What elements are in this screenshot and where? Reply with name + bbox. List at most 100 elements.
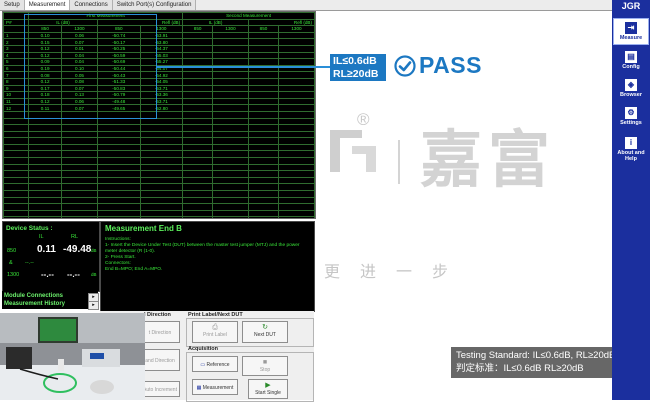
table-cell <box>3 216 30 218</box>
start-single-text: Start Single <box>255 390 281 396</box>
table-cell: -50.83 <box>96 84 141 93</box>
table-cell: -50.25 <box>96 44 141 53</box>
table-cell <box>182 58 214 66</box>
table-row[interactable]: 3 0.12 0.01 -50.25 -54.37 <box>3 44 315 53</box>
table-row[interactable]: 2 0.15 0.07 -50.17 -53.80 <box>3 38 315 46</box>
table-row[interactable] <box>3 209 315 218</box>
table-row[interactable]: 10 0.18 0.13 -50.79 -53.36 <box>3 91 315 99</box>
table-row[interactable]: 9 0.17 0.07 -50.83 -53.71 <box>3 84 315 93</box>
table-cell: 0.12 <box>28 97 63 106</box>
table-cell <box>277 104 315 112</box>
config-icon: ▤ <box>625 51 637 63</box>
table-cell: 0.12 <box>28 51 63 60</box>
table-cell <box>28 163 63 172</box>
table-cell <box>277 117 315 126</box>
table-cell <box>212 104 250 112</box>
table-row[interactable] <box>3 124 315 132</box>
table-row[interactable]: 12 0.11 0.07 -49.65 -52.80 <box>3 104 315 112</box>
table-row[interactable] <box>3 216 315 218</box>
table-row[interactable] <box>3 176 315 185</box>
table-row[interactable] <box>3 130 315 139</box>
table-cell <box>277 157 315 165</box>
table-cell: 0.01 <box>61 44 98 53</box>
sidebar-item-settings[interactable]: ⚙ Settings <box>613 104 649 131</box>
table-row[interactable] <box>3 170 315 178</box>
table-row[interactable] <box>3 190 315 198</box>
table-cell <box>182 190 214 198</box>
table-row[interactable] <box>3 137 315 145</box>
table-cell: 0.15 <box>28 38 63 46</box>
table-cell <box>248 84 279 93</box>
table-cell <box>212 196 250 205</box>
table-cell: -49.48 <box>96 97 141 106</box>
table-cell <box>3 170 30 178</box>
sidebar-item-about-help[interactable]: i About and Help <box>613 134 649 162</box>
lab-photo-inset <box>0 313 145 400</box>
watermark-separator <box>398 140 400 184</box>
tab-bar: Setup Measurement Connections Switch Por… <box>0 0 612 11</box>
start-single-button[interactable]: ▶ Start Single <box>248 379 288 399</box>
table-cell: -50.69 <box>96 58 141 66</box>
stop-text: Stop <box>259 367 271 373</box>
tab-connections[interactable]: Connections <box>70 0 113 10</box>
table-cell <box>61 137 98 145</box>
table-row[interactable]: 4 0.12 0.04 -50.59 -55.03 <box>3 51 315 60</box>
table-cell <box>212 31 250 40</box>
module-connections-link[interactable]: Module Connections <box>4 293 63 299</box>
table-cell: -55.27 <box>139 58 184 66</box>
table-row[interactable]: 8 0.12 0.08 -51.33 -54.05 <box>3 77 315 86</box>
measurement-text: Measurement <box>202 385 234 391</box>
table-cell <box>28 137 63 145</box>
table-cell <box>277 196 315 205</box>
sidebar-item-config[interactable]: ▤ Config <box>613 48 649 75</box>
table-cell <box>3 190 30 198</box>
next-dut-button[interactable]: ↻ Next DUT <box>242 321 288 343</box>
table-row[interactable] <box>3 157 315 165</box>
table-row[interactable]: 11 0.12 0.06 -49.48 -53.71 <box>3 97 315 106</box>
tab-switch-ports[interactable]: Switch Port(s) Configuration <box>112 0 197 10</box>
table-cell <box>3 203 30 211</box>
table-cell <box>28 196 63 205</box>
table-row[interactable] <box>3 117 315 126</box>
table-cell <box>139 130 184 139</box>
info-icon: i <box>625 137 637 149</box>
tab-measurement[interactable]: Measurement <box>24 0 71 10</box>
table-cell <box>28 183 63 192</box>
stop-button[interactable]: ■ Stop <box>242 356 288 376</box>
table-row[interactable] <box>3 163 315 172</box>
tab-setup[interactable]: Setup <box>0 0 25 10</box>
table-cell <box>277 176 315 185</box>
reference-text: Reference <box>206 362 230 368</box>
measurement-button[interactable]: ▦ Measurement <box>192 379 238 395</box>
direction-button-1[interactable]: t Direction <box>140 321 180 343</box>
table-cell: -50.17 <box>96 38 141 46</box>
table-row[interactable]: 1 0.10 0.06 -50.74 -53.91 <box>3 31 315 40</box>
direction-button-2[interactable]: and Direction <box>140 349 180 371</box>
table-cell <box>61 216 98 218</box>
table-row[interactable]: 5 0.09 0.04 -50.69 -55.27 <box>3 58 315 66</box>
auto-increment-button[interactable]: Auto Increment <box>140 381 180 397</box>
sidebar-item-measure[interactable]: ⇥ Measure <box>613 18 649 45</box>
table-cell <box>139 170 184 178</box>
brand-watermark-logo-icon <box>330 130 376 172</box>
table-row[interactable] <box>3 150 315 159</box>
table-row[interactable] <box>3 196 315 205</box>
table-row[interactable] <box>3 183 315 192</box>
table-row[interactable] <box>3 110 315 119</box>
table-cell <box>248 209 279 218</box>
table-cell: 0.11 <box>28 104 63 112</box>
highlight-connector <box>157 66 332 68</box>
sidebar-item-browser[interactable]: ◈ Browser <box>613 76 649 103</box>
measurement-history-arrow-icon[interactable]: ▸ <box>88 301 99 310</box>
table-row[interactable]: 7 0.08 0.05 -50.43 -54.92 <box>3 71 315 79</box>
table-row[interactable] <box>3 203 315 211</box>
table-cell <box>61 124 98 132</box>
table-row[interactable] <box>3 143 315 152</box>
table-cell <box>139 203 184 211</box>
reference-button[interactable]: ▭ Reference <box>192 356 238 372</box>
table-cell <box>248 44 279 53</box>
printer-icon: ⎙ <box>212 324 218 331</box>
table-cell <box>277 183 315 192</box>
print-label-button[interactable]: ⎙ Print Label <box>192 321 238 343</box>
measurement-history-link[interactable]: Measurement History <box>4 301 65 307</box>
